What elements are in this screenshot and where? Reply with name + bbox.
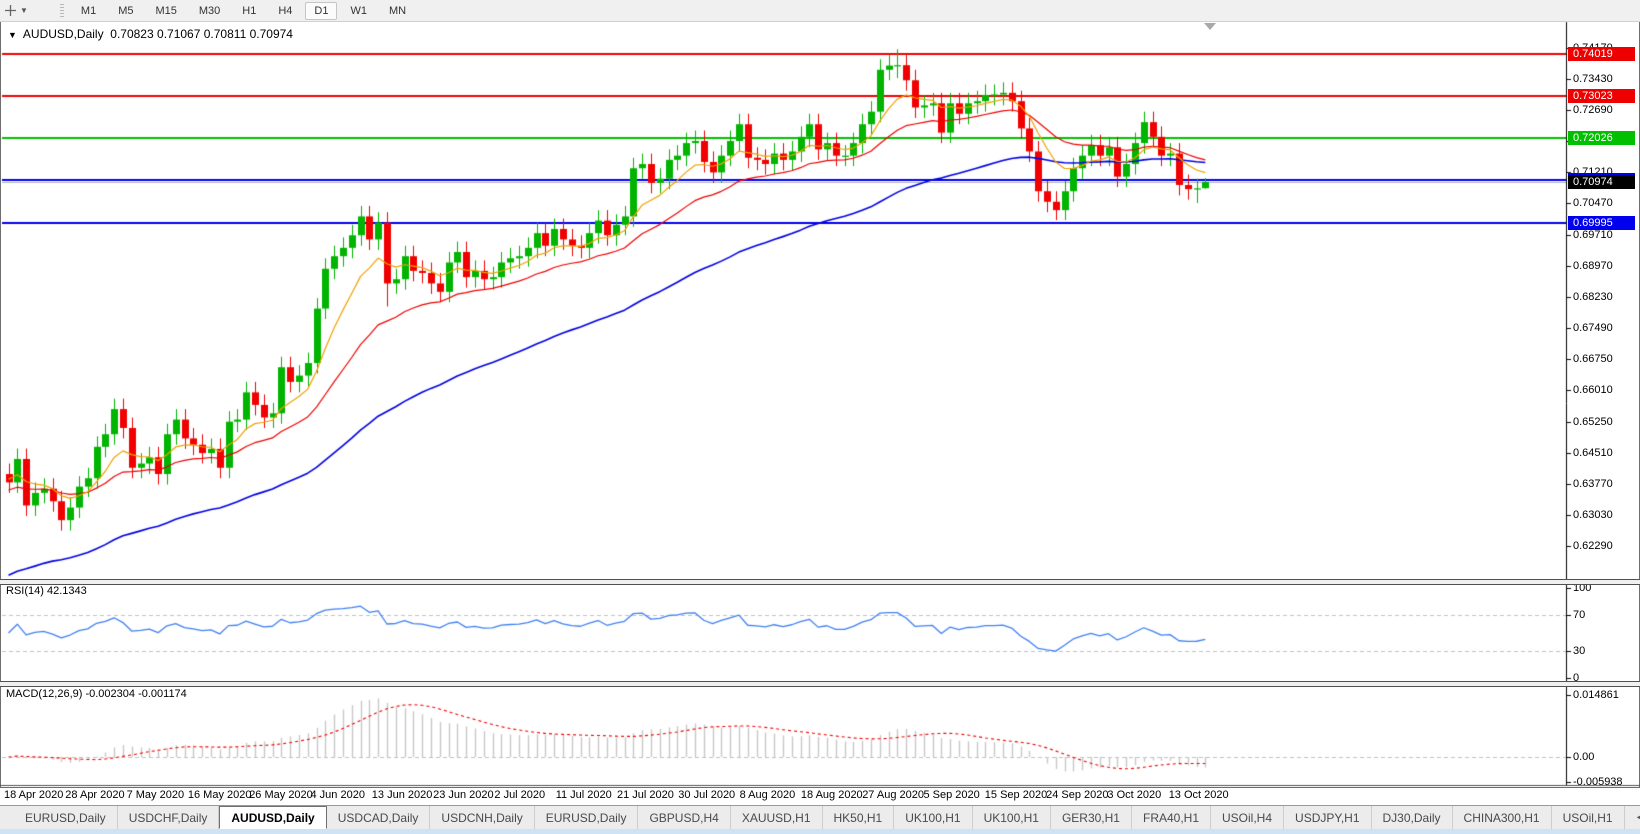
date-label: 16 May 2020 <box>187 789 252 801</box>
date-label: 26 May 2020 <box>249 789 313 801</box>
symbol-tab-china300[interactable]: CHINA300,H1 <box>1453 806 1552 829</box>
date-label: 11 Jul 2020 <box>555 789 612 801</box>
price-level-badge[interactable]: 0.74019 <box>1568 47 1635 62</box>
timeframe-button-d1[interactable]: D1 <box>305 1 338 20</box>
date-label: 13 Oct 2020 <box>1168 789 1229 801</box>
price-tick-label: 0.66010 <box>1573 383 1613 396</box>
price-level-badge[interactable]: 0.73023 <box>1568 89 1635 104</box>
ohlc-open: 0.70823 <box>110 27 154 41</box>
pane-splitter[interactable] <box>0 681 1640 687</box>
pane-splitter[interactable] <box>0 579 1640 585</box>
scroll-left-icon[interactable]: ◂ <box>1637 812 1640 823</box>
ohlc-low: 0.70811 <box>203 27 247 41</box>
symbol-tab-dj30[interactable]: DJ30,Daily <box>1372 806 1453 829</box>
crosshair-tool-icon[interactable]: ▼ <box>0 4 32 17</box>
timeframe-button-mn[interactable]: MN <box>380 2 415 20</box>
macd-tick-label: -0.005938 <box>1573 775 1623 788</box>
price-tick-label: 0.70470 <box>1573 197 1613 209</box>
date-label: 21 Jul 2020 <box>617 789 674 801</box>
symbol-tab-usdchf[interactable]: USDCHF,Daily <box>118 806 220 829</box>
date-label: 23 Jun 2020 <box>433 789 494 801</box>
timeframe-button-h4[interactable]: H4 <box>269 2 301 20</box>
symbol-tab-uk100[interactable]: UK100,H1 <box>894 806 973 829</box>
symbol-name: AUDUSD,Daily <box>22 27 104 41</box>
macd-tick-label: 0.014861 <box>1573 688 1619 701</box>
date-label: 28 Apr 2020 <box>65 789 125 801</box>
price-tick-label: 0.68970 <box>1573 259 1613 272</box>
price-tick-label: 0.68230 <box>1573 290 1613 303</box>
symbol-tab-usdcad[interactable]: USDCAD,Daily <box>327 806 431 829</box>
timeframe-button-m30[interactable]: M30 <box>190 2 229 20</box>
price-tick-label: 0.69710 <box>1573 228 1613 241</box>
rsi-tick-label: 70 <box>1573 609 1586 621</box>
timeframe-button-h1[interactable]: H1 <box>233 2 265 20</box>
date-label: 30 Jul 2020 <box>678 789 736 801</box>
timeframe-button-w1[interactable]: W1 <box>341 2 376 20</box>
date-label: 7 May 2020 <box>126 789 185 801</box>
date-label: 5 Sep 2020 <box>923 789 980 801</box>
ohlc-high: 0.71067 <box>157 27 201 41</box>
timeframe-button-m1[interactable]: M1 <box>72 2 105 20</box>
collapse-triangle-icon[interactable]: ▼ <box>8 30 17 40</box>
price-tick-label: 0.62290 <box>1573 539 1613 552</box>
timeframe-button-m15[interactable]: M15 <box>146 2 185 20</box>
symbol-tab-uk100[interactable]: UK100,H1 <box>973 806 1051 829</box>
mt4-window: ▼ M1 M5 M15 M30 H1 H4 D1 W1 MN ▼ AUDUSD,Daily 0.7… <box>0 0 1640 834</box>
date-label: 2 Jul 2020 <box>494 789 546 801</box>
symbol-tab-usdjpy[interactable]: USDJPY,H1 <box>1284 806 1372 829</box>
symbol-tab-usoil[interactable]: USOil,H1 <box>1552 806 1625 829</box>
rsi-tick-label: 30 <box>1573 645 1586 657</box>
symbol-tab-usdcnh[interactable]: USDCNH,Daily <box>430 806 535 829</box>
price-tick-label: 0.63030 <box>1573 508 1613 521</box>
price-tick-label: 0.66750 <box>1573 352 1613 365</box>
symbol-tabbar: EURUSD,Daily USDCHF,Daily AUDUSD,Daily USDC… <box>0 805 1640 829</box>
date-label: 24 Sep 2020 <box>1046 789 1109 801</box>
macd-tick-label: 0.00 <box>1573 751 1595 763</box>
symbol-tab-audusd[interactable]: AUDUSD,Daily <box>219 806 327 829</box>
chart-shift-marker[interactable] <box>1204 23 1216 30</box>
timeframe-toolbar: ▼ M1 M5 M15 M30 H1 H4 D1 W1 MN <box>0 0 1640 22</box>
date-label: 8 Aug 2020 <box>739 789 796 801</box>
date-label: 13 Jun 2020 <box>371 789 433 801</box>
toolbar-grip[interactable] <box>59 3 64 18</box>
price-level-badge[interactable]: 0.72026 <box>1568 130 1635 145</box>
date-label: 18 Aug 2020 <box>800 789 863 801</box>
tab-scroll-arrows: ◂ ▸ <box>1629 806 1640 829</box>
symbol-tab-ger30[interactable]: GER30,H1 <box>1051 806 1132 829</box>
date-label: 4 Jun 2020 <box>310 789 365 801</box>
symbol-tab-eurusd[interactable]: EURUSD,Daily <box>535 806 639 829</box>
chart-title: ▼ AUDUSD,Daily 0.70823 0.71067 0.70811 0.… <box>8 27 293 41</box>
symbol-tab-fra40[interactable]: FRA40,H1 <box>1132 806 1212 829</box>
price-tick-label: 0.72690 <box>1573 104 1613 116</box>
symbol-tab-gbpusd[interactable]: GBPUSD,H4 <box>638 806 731 829</box>
price-tick-label: 0.73430 <box>1573 73 1613 85</box>
chevron-down-icon[interactable]: ▼ <box>20 6 28 15</box>
symbol-tabs: EURUSD,Daily USDCHF,Daily AUDUSD,Daily USDC… <box>0 806 1625 829</box>
symbol-tab-xauusd[interactable]: XAUUSD,H1 <box>731 806 823 829</box>
symbol-tab-eurusd[interactable]: EURUSD,Daily <box>14 806 118 829</box>
ohlc-close: 0.70974 <box>249 27 293 41</box>
status-strip <box>0 829 1640 834</box>
date-label: 18 Apr 2020 <box>4 789 64 801</box>
rsi-label: RSI(14) 42.1343 <box>6 585 87 597</box>
macd-label: MACD(12,26,9) -0.002304 -0.001174 <box>6 688 187 700</box>
date-label: 3 Oct 2020 <box>1107 789 1162 801</box>
price-tick-label: 0.67490 <box>1573 321 1613 334</box>
chart-canvas[interactable] <box>0 0 1640 834</box>
symbol-tab-hk50[interactable]: HK50,H1 <box>823 806 895 829</box>
price-tick-label: 0.64510 <box>1573 446 1613 459</box>
price-tick-label: 0.65250 <box>1573 415 1613 428</box>
symbol-tab-usoil[interactable]: USOil,H4 <box>1211 806 1285 829</box>
timeframe-buttons: M1 M5 M15 M30 H1 H4 D1 W1 MN <box>70 1 417 20</box>
date-label: 15 Sep 2020 <box>984 789 1048 801</box>
timeframe-button-m5[interactable]: M5 <box>109 2 142 20</box>
price-level-badge[interactable]: 0.69995 <box>1568 215 1635 230</box>
date-label: 27 Aug 2020 <box>862 789 924 801</box>
price-tick-label: 0.63770 <box>1573 477 1613 490</box>
bid-price-badge: 0.70974 <box>1568 174 1635 189</box>
